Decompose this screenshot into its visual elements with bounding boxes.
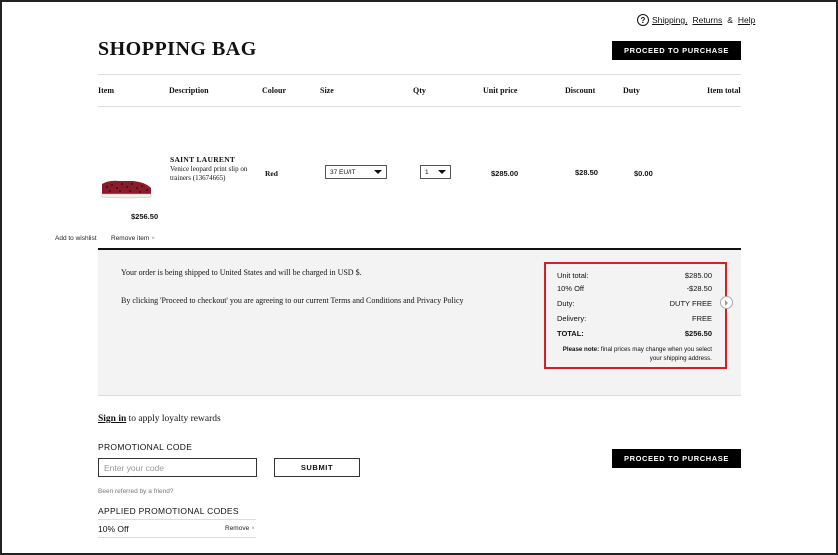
total-row: TOTAL: $256.50 [557, 329, 712, 338]
product-image[interactable] [99, 172, 153, 202]
total-label: TOTAL: [557, 329, 584, 338]
duty-label: Duty: [557, 299, 575, 308]
chevron-down-icon [374, 170, 382, 174]
divider [98, 537, 256, 538]
product-unit-price: $285.00 [491, 169, 519, 178]
applied-codes-label: APPLIED PROMOTIONAL CODES [98, 506, 239, 516]
header-unit-price: Unit price [483, 86, 518, 95]
referred-link[interactable]: Been referred by a friend? [98, 488, 174, 495]
discount-label: 10% Off [557, 284, 584, 293]
product-duty: $0.00 [634, 169, 653, 178]
product-description[interactable]: Venice leopard print slip on trainers (1… [170, 165, 258, 183]
divider [98, 106, 741, 107]
close-icon: × [251, 525, 256, 532]
header-colour: Colour [262, 86, 286, 95]
divider [98, 395, 741, 396]
header-duty: Duty [623, 86, 640, 95]
sign-in-link[interactable]: Sign in [98, 414, 126, 424]
divider [98, 74, 741, 75]
unit-total-label: Unit total: [557, 271, 589, 280]
question-icon[interactable]: ? [637, 14, 649, 26]
header-qty: Qty [413, 86, 426, 95]
qty-value: 1 [425, 168, 429, 176]
help-link[interactable]: Help [738, 15, 755, 25]
size-select[interactable]: 37 EU/IT [325, 165, 387, 179]
totals-box: Unit total: $285.00 10% Off -$28.50 Duty… [544, 262, 727, 369]
loyalty-signin: Sign in to apply loyalty rewards [98, 414, 221, 424]
header-item-total: Item total [707, 86, 741, 95]
proceed-to-purchase-button-top[interactable]: PROCEED TO PURCHASE [612, 41, 741, 60]
help-links: ? Shipping, Returns & Help [637, 14, 755, 26]
discount-row: 10% Off -$28.50 [557, 284, 712, 293]
header-discount: Discount [565, 86, 596, 95]
note-label: Please note: [562, 346, 600, 353]
total-value: $256.50 [684, 329, 712, 338]
unit-total-row: Unit total: $285.00 [557, 271, 712, 280]
remove-code-label: Remove [225, 525, 250, 532]
applied-code: 10% Off [98, 524, 129, 534]
qty-select[interactable]: 1 [420, 165, 451, 179]
returns-link[interactable]: Returns [692, 15, 722, 25]
duty-value: DUTY FREE [669, 299, 712, 308]
header-item: Item [98, 86, 114, 95]
discount-value: -$28.50 [686, 284, 712, 293]
close-icon: × [151, 235, 156, 242]
remove-code-link[interactable]: Remove × [225, 525, 255, 532]
terms-notice: By clicking 'Proceed to checkout' you ar… [121, 296, 464, 305]
product-colour: Red [265, 169, 278, 178]
shipping-notice: Your order is being shipped to United St… [121, 268, 362, 277]
product-brand[interactable]: SAINT LAURENT [170, 155, 235, 164]
unit-total-value: $285.00 [684, 271, 712, 280]
page-title: SHOPPING BAG [98, 38, 257, 60]
loyalty-text: to apply loyalty rewards [128, 414, 221, 424]
delivery-label: Delivery: [557, 314, 587, 323]
header-description: Description [169, 86, 209, 95]
delivery-value: FREE [691, 314, 712, 323]
proceed-to-purchase-button-bottom[interactable]: PROCEED TO PURCHASE [612, 449, 741, 468]
promo-code-input[interactable] [98, 458, 257, 477]
delivery-row: Delivery: FREE [557, 314, 712, 323]
note-text: final prices may change when you select … [600, 346, 712, 362]
remove-item-link[interactable]: Remove item × [111, 235, 155, 242]
promo-code-label: PROMOTIONAL CODE [98, 442, 193, 452]
chevron-down-icon [438, 170, 446, 174]
size-value: 37 EU/IT [330, 168, 356, 176]
scroll-arrow-icon[interactable] [720, 296, 733, 309]
product-item-total: $256.50 [131, 212, 159, 221]
product-discount: $28.50 [575, 168, 598, 177]
remove-item-label: Remove item [111, 235, 150, 242]
price-note: Please note: final prices may change whe… [552, 345, 712, 363]
add-to-wishlist-link[interactable]: Add to wishlist [55, 235, 97, 242]
ampersand: & [727, 15, 733, 25]
shipping-link[interactable]: Shipping, [652, 15, 687, 25]
divider [98, 519, 256, 520]
duty-row: Duty: DUTY FREE [557, 299, 712, 308]
submit-button[interactable]: SUBMIT [274, 458, 360, 477]
header-size: Size [320, 86, 334, 95]
